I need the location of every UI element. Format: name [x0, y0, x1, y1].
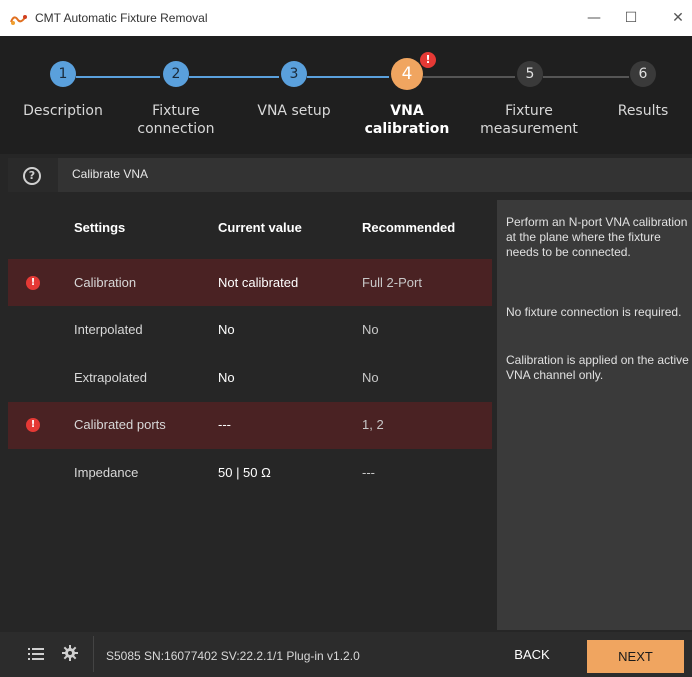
- step-6-circle[interactable]: 6: [630, 61, 656, 87]
- minimize-button[interactable]: —: [582, 6, 606, 30]
- step-5-label-line1: Fixture: [505, 103, 553, 119]
- section-title: Calibrate VNA: [72, 167, 149, 181]
- step-3-label-line: VNA setup: [257, 103, 331, 119]
- current-value: ---: [218, 417, 231, 432]
- back-button[interactable]: BACK: [512, 641, 552, 669]
- setting-name: Calibrated ports: [74, 417, 166, 432]
- help-icon[interactable]: ?: [23, 167, 41, 185]
- warning-icon: !: [26, 276, 40, 290]
- step-3-circle[interactable]: 3: [281, 61, 307, 87]
- column-header-current-value: Current value: [218, 220, 302, 235]
- step-5-label-line2: measurement: [480, 121, 578, 137]
- window-title: CMT Automatic Fixture Removal: [35, 11, 208, 25]
- footer-divider: [93, 636, 94, 672]
- info-paragraph: Perform an N-port VNA calibration at the…: [506, 215, 688, 259]
- step-connector: [189, 76, 279, 78]
- info-panel: [497, 200, 692, 630]
- device-status: S5085 SN:16077402 SV:22.2.1/1 Plug-in v1…: [106, 649, 360, 663]
- info-paragraph: Calibration is applied on the active VNA…: [506, 353, 689, 382]
- info-paragraph: No fixture connection is required.: [506, 305, 682, 319]
- step-5-label[interactable]: Fixture measurement: [474, 102, 584, 138]
- step-2-label-line1: Fixture: [152, 103, 200, 119]
- step-1-label[interactable]: Description: [16, 102, 110, 120]
- app-logo-icon: [10, 15, 27, 25]
- step-connector: [76, 76, 160, 78]
- setting-name: Impedance: [74, 465, 139, 480]
- wizard-steps: 1 2 3 4 ! 5 6 Description Fixture connec…: [0, 36, 692, 154]
- setting-name: Interpolated: [74, 322, 143, 337]
- gear-icon[interactable]: [62, 645, 78, 661]
- step-1-label-line: Description: [23, 103, 103, 119]
- step-4-label[interactable]: VNA calibration: [360, 102, 454, 138]
- step-2-label-line2: connection: [137, 121, 215, 137]
- column-header-settings: Settings: [74, 220, 126, 235]
- current-value: No: [218, 322, 235, 337]
- next-button[interactable]: NEXT: [587, 640, 684, 673]
- step-connector: [543, 76, 629, 78]
- step-4-circle[interactable]: 4: [391, 58, 423, 90]
- maximize-button[interactable]: ☐: [619, 6, 643, 30]
- column-header-recommended: Recommended: [362, 220, 456, 235]
- current-value: 50 | 50 Ω: [218, 465, 271, 480]
- recommended-value: 1, 2: [362, 417, 384, 432]
- recommended-value: Full 2-Port: [362, 275, 422, 290]
- current-value: No: [218, 370, 235, 385]
- app-window: CMT Automatic Fixture Removal — ☐ ✕ 1 2 …: [0, 0, 692, 677]
- step-4-label-line1: VNA: [390, 103, 424, 119]
- recommended-value: No: [362, 322, 379, 337]
- step-2-circle[interactable]: 2: [163, 61, 189, 87]
- setting-name: Calibration: [74, 275, 137, 290]
- step-6-label-line: Results: [617, 103, 669, 119]
- step-connector: [307, 76, 389, 78]
- step-3-label[interactable]: VNA setup: [247, 102, 341, 120]
- step-6-label[interactable]: Results: [600, 102, 686, 120]
- title-bar: CMT Automatic Fixture Removal — ☐ ✕: [0, 0, 692, 36]
- step-4-warning-badge: !: [420, 52, 436, 68]
- list-icon[interactable]: [28, 647, 44, 661]
- step-2-label[interactable]: Fixture connection: [128, 102, 224, 138]
- setting-name: Extrapolated: [74, 370, 147, 385]
- current-value: Not calibrated: [218, 275, 299, 290]
- recommended-value: ---: [362, 465, 375, 480]
- step-5-circle[interactable]: 5: [517, 61, 543, 87]
- warning-icon: !: [26, 418, 40, 432]
- close-button[interactable]: ✕: [666, 6, 690, 30]
- step-4-label-line2: calibration: [364, 121, 450, 137]
- step-1-circle[interactable]: 1: [50, 61, 76, 87]
- recommended-value: No: [362, 370, 379, 385]
- step-connector: [423, 76, 515, 78]
